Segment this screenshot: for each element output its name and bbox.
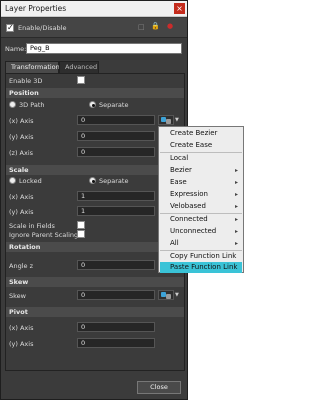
menu-item-unconnected[interactable]: Unconnected ▸ xyxy=(160,226,242,237)
menu-item-expression[interactable]: Expression ▸ xyxy=(160,189,242,200)
angle-z-label: Angle z xyxy=(9,262,33,270)
menu-item-velobased[interactable]: Velobased ▸ xyxy=(160,201,242,212)
menu-item-connected[interactable]: Connected ▸ xyxy=(160,214,242,225)
function-context-menu: Create Bezier Create Ease Local Bezier ▸ … xyxy=(158,126,244,273)
radio-separate-position[interactable] xyxy=(89,101,96,108)
scale-y-field[interactable]: 1 xyxy=(77,206,155,216)
menu-item-label: Create Ease xyxy=(170,141,213,149)
position-z-field[interactable]: 0 xyxy=(77,147,155,157)
pivot-header: Pivot xyxy=(6,307,184,317)
pivot-x-field[interactable]: 0 xyxy=(77,322,155,332)
radio-locked[interactable] xyxy=(9,177,16,184)
lock-icon[interactable]: 🔒 xyxy=(151,22,160,30)
menu-item-create-bezier[interactable]: Create Bezier xyxy=(160,128,242,139)
menu-item-local[interactable]: Local xyxy=(160,153,242,164)
menu-item-label: Local xyxy=(170,154,189,162)
menu-item-label: Ease xyxy=(170,178,187,186)
ignore-parent-scaling-checkbox[interactable] xyxy=(77,230,85,238)
menu-item-label: Velobased xyxy=(170,202,206,210)
radio-3dpath[interactable] xyxy=(9,101,16,108)
submenu-arrow-icon: ▸ xyxy=(234,179,238,186)
radio-locked-label: Locked xyxy=(19,177,42,185)
scale-in-fields-label: Scale in Fields xyxy=(9,222,55,230)
enable3d-checkbox[interactable] xyxy=(77,76,85,84)
menu-item-label: Connected xyxy=(170,215,208,223)
menu-item-label: Create Bezier xyxy=(170,129,218,137)
pivot-y-field[interactable]: 0 xyxy=(77,338,155,348)
ignore-parent-scaling-label: Ignore Parent Scaling xyxy=(9,231,79,239)
window-title: Layer Properties xyxy=(5,4,67,13)
submenu-arrow-icon: ▸ xyxy=(234,203,238,210)
submenu-arrow-icon: ▸ xyxy=(234,191,238,198)
tab-transformation[interactable]: Transformation xyxy=(5,61,60,73)
menu-item-label: Bezier xyxy=(170,166,192,174)
enable-row: Enable/Disable □ 🔒 ● xyxy=(1,18,187,38)
skew-field[interactable]: 0 xyxy=(77,290,155,300)
menu-item-all[interactable]: All ▸ xyxy=(160,238,242,249)
function-link-icon[interactable] xyxy=(158,115,174,125)
skew-label: Skew xyxy=(9,292,26,300)
tab-advanced[interactable]: Advanced xyxy=(59,61,99,73)
menu-item-label: Expression xyxy=(170,190,208,198)
position-y-label: (y) Axis xyxy=(9,133,34,141)
angle-z-field[interactable]: 0 xyxy=(77,260,155,270)
position-y-field[interactable]: 0 xyxy=(77,131,155,141)
pivot-y-label: (y) Axis xyxy=(9,340,34,348)
menu-item-copy-function-link[interactable]: Copy Function Link xyxy=(160,251,242,262)
chevron-down-icon[interactable]: ▼ xyxy=(175,117,179,123)
scale-in-fields-checkbox[interactable] xyxy=(77,221,85,229)
chevron-down-icon[interactable]: ▼ xyxy=(175,292,179,298)
menu-item-label: Copy Function Link xyxy=(170,252,237,260)
name-label: Name: xyxy=(5,45,27,53)
scale-x-field[interactable]: 1 xyxy=(77,191,155,201)
position-header: Position xyxy=(6,88,184,98)
submenu-arrow-icon: ▸ xyxy=(234,240,238,247)
name-field[interactable]: Peg_B xyxy=(26,43,182,54)
menu-item-label: All xyxy=(170,239,179,247)
menu-item-ease[interactable]: Ease ▸ xyxy=(160,177,242,188)
close-button[interactable]: Close xyxy=(137,381,181,394)
skew-header: Skew xyxy=(6,277,184,287)
position-z-label: (z) Axis xyxy=(9,149,34,157)
menu-item-create-ease[interactable]: Create Ease xyxy=(160,140,242,151)
position-x-label: (x) Axis xyxy=(9,117,34,125)
menu-item-paste-function-link[interactable]: Paste Function Link xyxy=(160,262,242,273)
radio-separate-scale[interactable] xyxy=(89,177,96,184)
menu-item-label: Paste Function Link xyxy=(170,263,238,271)
menu-item-bezier[interactable]: Bezier ▸ xyxy=(160,165,242,176)
submenu-arrow-icon: ▸ xyxy=(234,228,238,235)
menu-item-label: Unconnected xyxy=(170,227,217,235)
scale-y-label: (y) Axis xyxy=(9,208,34,216)
submenu-arrow-icon: ▸ xyxy=(234,216,238,223)
radio-separate-position-label: Separate xyxy=(99,101,129,109)
function-link-icon[interactable] xyxy=(158,290,174,300)
position-x-field[interactable]: 0 xyxy=(77,115,155,125)
lock-toggle-icon[interactable]: □ xyxy=(138,23,145,31)
radio-3dpath-label: 3D Path xyxy=(19,101,45,109)
enable-checkbox[interactable] xyxy=(6,23,14,32)
layer-color-icon[interactable]: ● xyxy=(167,22,173,30)
pivot-x-label: (x) Axis xyxy=(9,324,34,332)
submenu-arrow-icon: ▸ xyxy=(234,167,238,174)
enable3d-label: Enable 3D xyxy=(9,77,43,85)
title-bar: Layer Properties × xyxy=(1,1,187,17)
radio-separate-scale-label: Separate xyxy=(99,177,129,185)
close-icon[interactable]: × xyxy=(174,3,185,14)
scale-x-label: (x) Axis xyxy=(9,193,34,201)
enable-label: Enable/Disable xyxy=(18,24,67,32)
